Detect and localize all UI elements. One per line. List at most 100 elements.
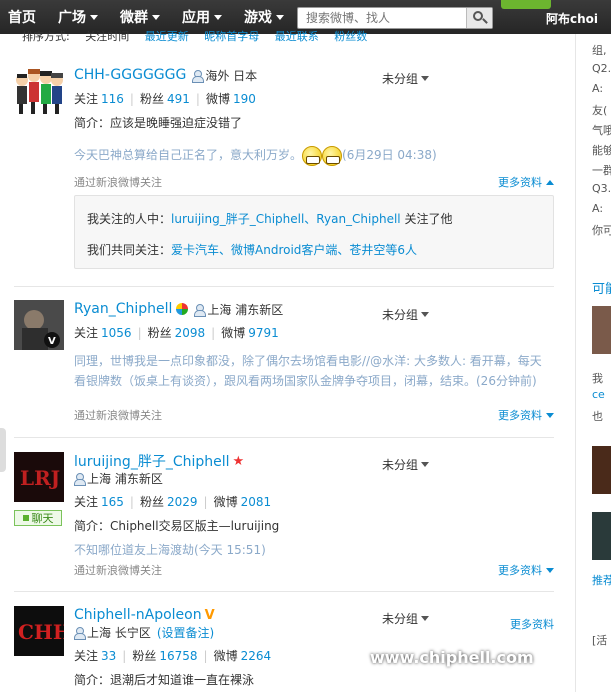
username-link[interactable]: 阿布choi: [546, 10, 598, 27]
search-input[interactable]: [298, 8, 466, 28]
weibo-count[interactable]: 2264: [241, 649, 272, 663]
group-label: 未分组: [382, 72, 419, 86]
weibo-label: 微博: [221, 326, 246, 340]
user-stats: 关注 1056 | 粉丝 2098 | 微博 9791: [74, 324, 544, 341]
avatar[interactable]: CHH: [14, 606, 64, 656]
nav-apps[interactable]: 应用: [182, 7, 222, 27]
set-note-link[interactable]: (设置备注): [157, 624, 214, 641]
fans-count[interactable]: 16758: [159, 649, 197, 663]
sidebar-thumbnail[interactable]: [592, 446, 611, 494]
stats-separator: |: [129, 92, 134, 106]
user-bio: 简介：应该是晚睡强迫症没错了: [74, 116, 243, 130]
nav-games-label: 游戏: [244, 10, 272, 26]
chevron-down-icon: [546, 412, 554, 418]
latest-weibo[interactable]: 同理，世博我是一点印象都没，除了偶尔去场馆看电影//@水洋: 大多数人: 看开幕…: [74, 351, 544, 391]
person-icon: [194, 303, 207, 317]
latest-weibo[interactable]: 不知哪位道友上海渡劫(今天 15:51): [74, 540, 544, 560]
weibo-label: 微博: [213, 649, 238, 663]
nav-games[interactable]: 游戏: [244, 7, 284, 27]
weibo-count[interactable]: 2081: [241, 495, 272, 509]
stats-separator: |: [137, 326, 142, 340]
user-name-link[interactable]: Ryan_Chiphell: [74, 301, 172, 317]
following-label: 关注: [74, 495, 99, 509]
user-info: Chiphell-nApoleon V 上海 长宁区 (设置备注) 关注 33 | 粉丝…: [74, 606, 544, 688]
avatar[interactable]: [14, 66, 64, 116]
sidebar-text: 一群: [592, 164, 611, 177]
user-name-link[interactable]: CHH-GGGGGGG: [74, 67, 186, 83]
following-count[interactable]: 165: [101, 495, 124, 509]
chevron-down-icon: [421, 616, 430, 621]
following-count[interactable]: 116: [101, 92, 124, 106]
nav-groups[interactable]: 微群: [120, 7, 160, 27]
more-info-toggle[interactable]: 更多资料: [498, 562, 554, 578]
sidebar-link[interactable]: ce: [592, 388, 605, 401]
group-label: 未分组: [382, 458, 419, 472]
group-dropdown[interactable]: 未分组: [382, 306, 430, 323]
weibo-count[interactable]: 9791: [248, 326, 279, 340]
latest-weibo-text: 今天巴神总算给自己正名了，意大利万岁。: [74, 148, 303, 162]
user-name-link[interactable]: Chiphell-nApoleon: [74, 607, 202, 623]
grin-emoji-icon: [322, 145, 343, 166]
stats-separator: |: [122, 649, 127, 663]
common-count-link[interactable]: 等6人: [385, 243, 417, 257]
more-info-toggle[interactable]: 更多资料: [510, 616, 554, 632]
sidebar-text: [活: [592, 634, 608, 647]
more-info-toggle[interactable]: 更多资料: [498, 174, 554, 190]
follow-source: 通过新浪微博关注: [74, 176, 162, 189]
group-dropdown[interactable]: 未分组: [382, 70, 430, 87]
nav-home-label: 首页: [8, 10, 36, 26]
sort-option-fans[interactable]: 粉丝数: [334, 30, 367, 42]
group-dropdown[interactable]: 未分组: [382, 456, 430, 473]
sort-option-recent-contact[interactable]: 最近联系: [275, 30, 319, 42]
avatar-cartoon-icon: [16, 69, 63, 114]
more-info-toggle[interactable]: 更多资料: [498, 407, 554, 423]
group-dropdown[interactable]: 未分组: [382, 610, 430, 627]
search-button[interactable]: [466, 8, 492, 28]
user-stats: 关注 165 | 粉丝 2029 | 微博 2081: [74, 493, 544, 510]
stats-separator: |: [203, 649, 208, 663]
nav-home[interactable]: 首页: [8, 7, 36, 27]
sidebar-thumbnail[interactable]: [592, 512, 611, 560]
chevron-down-icon: [546, 567, 554, 573]
search-box: [297, 7, 493, 29]
weibo-count[interactable]: 190: [233, 92, 256, 106]
following-count[interactable]: 33: [101, 649, 116, 663]
sort-option-nickname[interactable]: 昵称首字母: [204, 30, 259, 42]
more-info-label: 更多资料: [498, 409, 542, 422]
relation-users-link[interactable]: luruijing_胖子_Chiphell、Ryan_Chiphell: [171, 212, 401, 226]
person-icon: [74, 627, 86, 640]
more-info-label: 更多资料: [510, 618, 554, 631]
side-handle[interactable]: [0, 428, 6, 472]
common-users-link[interactable]: 爱卡汽车、微博Android客户端、苍井空: [171, 243, 385, 257]
location-text: 上海 浦东新区: [87, 472, 163, 486]
search-icon-handle: [482, 18, 488, 24]
avatar[interactable]: V: [14, 300, 64, 350]
following-label: 关注: [74, 326, 99, 340]
grin-emoji-icon: [302, 145, 323, 166]
nav-plaza[interactable]: 广场: [58, 7, 98, 27]
fans-count[interactable]: 2098: [175, 326, 206, 340]
nav-groups-label: 微群: [120, 10, 148, 26]
user-name-link[interactable]: luruijing_胖子_Chiphell: [74, 451, 230, 471]
chevron-down-icon: [421, 462, 430, 467]
chat-button[interactable]: 聊天: [14, 510, 62, 526]
user-bio: 简介：Chiphell交易区版主—luruijing: [74, 519, 280, 533]
latest-weibo-time: (6月29日 04:38): [342, 148, 437, 162]
chevron-down-icon: [421, 312, 430, 317]
sort-option-recent-update[interactable]: 最近更新: [145, 30, 189, 42]
avatar[interactable]: LRJ: [14, 452, 64, 502]
sidebar-text: 友(: [592, 104, 608, 117]
latest-weibo[interactable]: 今天巴神总算给自己正名了，意大利万岁。 (6月29日 04:38): [74, 145, 544, 166]
sort-option-follow-time[interactable]: 关注时间: [85, 30, 129, 42]
publish-button[interactable]: [501, 0, 551, 9]
sidebar-recommend[interactable]: 推荐: [592, 572, 611, 588]
fans-count[interactable]: 2029: [167, 495, 198, 509]
svg-text:LRJ: LRJ: [20, 466, 60, 490]
fans-count[interactable]: 491: [167, 92, 190, 106]
user-location: 上海 长宁区 (设置备注): [74, 624, 544, 641]
following-count[interactable]: 1056: [101, 326, 132, 340]
user-stats: 关注 116 | 粉丝 491 | 微博 190: [74, 90, 544, 107]
right-sidebar: 组, Q2. A: 友( 气哦 能够 一群 Q3. A: 你可 可能 我 ce …: [575, 34, 611, 692]
stats-separator: |: [129, 495, 134, 509]
sidebar-thumbnail[interactable]: [592, 306, 611, 354]
